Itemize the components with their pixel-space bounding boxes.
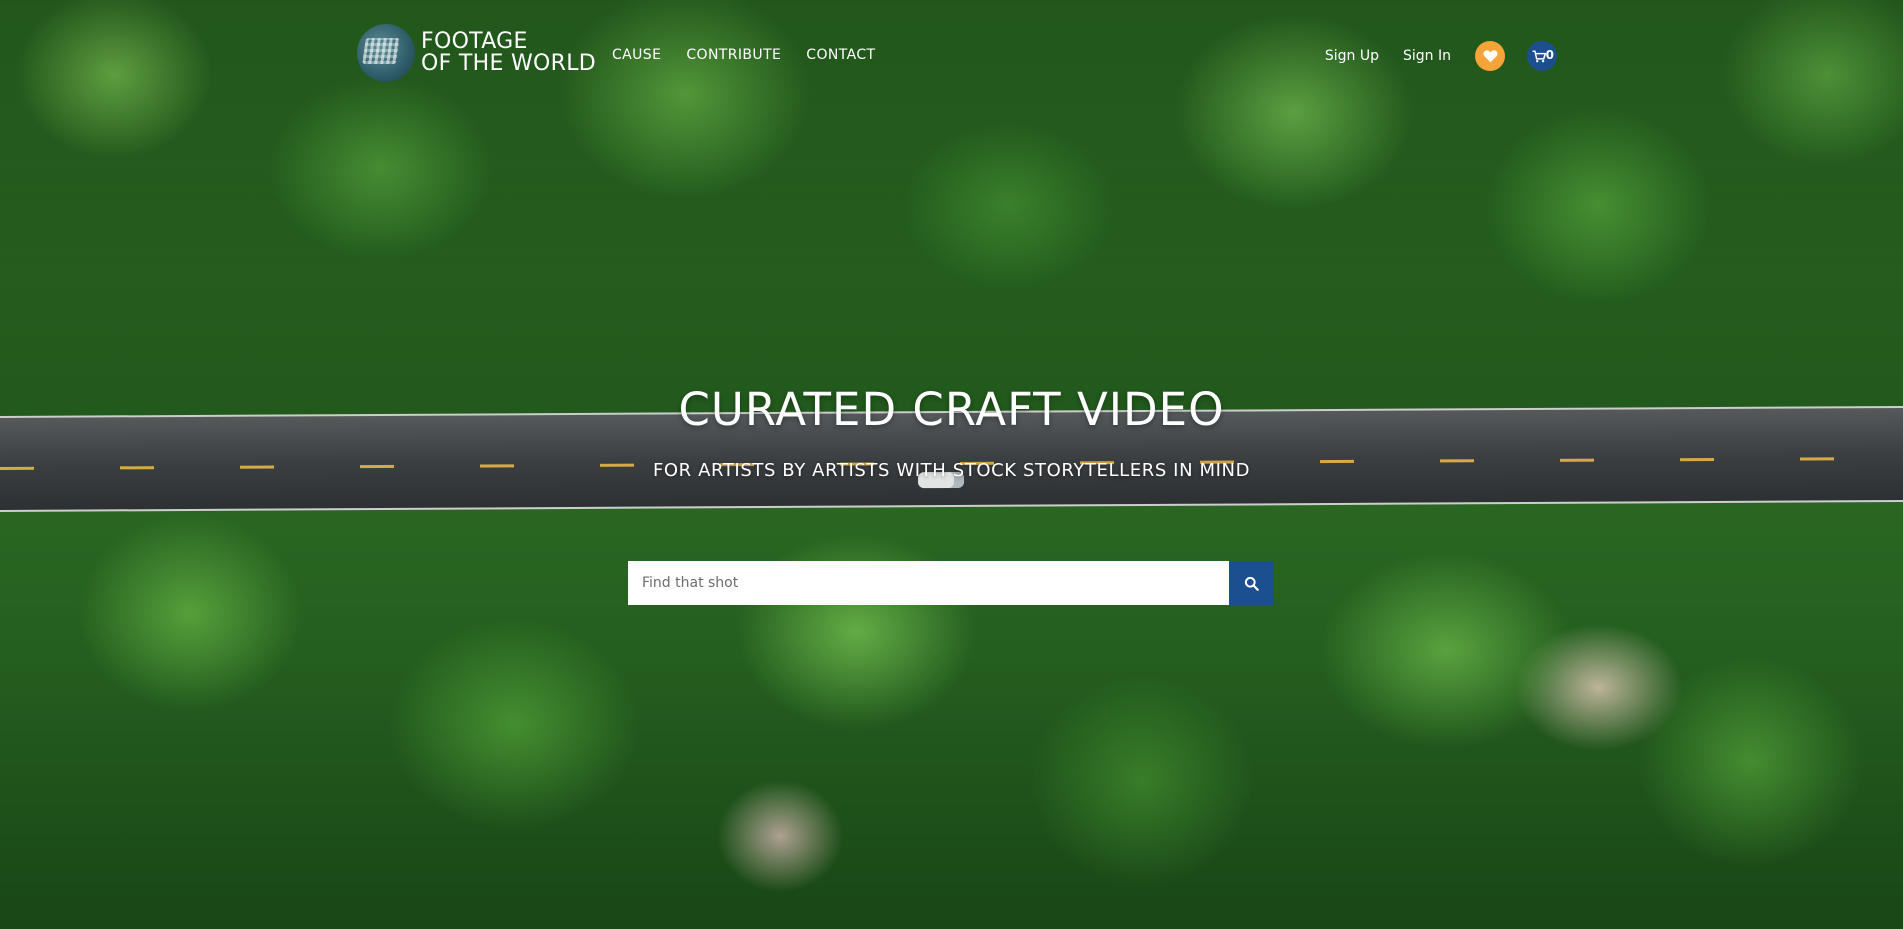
auth-bar: Sign Up Sign In 0 <box>1325 41 1557 71</box>
site-header: FOOTAGE OF THE WORLD CAUSE CONTRIBUTE CO… <box>0 0 1903 110</box>
cart-icon <box>1532 49 1546 62</box>
globe-film-icon <box>357 24 415 82</box>
heart-icon <box>1483 50 1497 63</box>
search-bar <box>628 561 1274 605</box>
hero-headline: CURATED CRAFT VIDEO <box>678 383 1225 436</box>
search-button[interactable] <box>1229 561 1274 605</box>
search-icon <box>1244 576 1259 591</box>
logo-film-grid <box>362 38 400 64</box>
nav-item-cause[interactable]: CAUSE <box>612 47 661 63</box>
logo-text: FOOTAGE OF THE WORLD <box>421 31 596 75</box>
sign-up-link[interactable]: Sign Up <box>1325 48 1379 64</box>
logo-line-1: FOOTAGE <box>421 29 528 54</box>
main-nav: CAUSE CONTRIBUTE CONTACT <box>612 47 875 63</box>
logo-line-2: OF THE WORLD <box>421 51 596 76</box>
logo[interactable]: FOOTAGE OF THE WORLD <box>357 24 596 82</box>
cart-button[interactable]: 0 <box>1527 41 1557 71</box>
hero-subheadline: FOR ARTISTS BY ARTISTS WITH STOCK STORYT… <box>652 460 1251 481</box>
nav-item-contribute[interactable]: CONTRIBUTE <box>686 47 781 63</box>
search-input[interactable] <box>628 561 1229 605</box>
cart-count: 0 <box>1545 48 1554 62</box>
wishlist-button[interactable] <box>1475 41 1505 71</box>
sign-in-link[interactable]: Sign In <box>1403 48 1451 64</box>
nav-item-contact[interactable]: CONTACT <box>806 47 875 63</box>
